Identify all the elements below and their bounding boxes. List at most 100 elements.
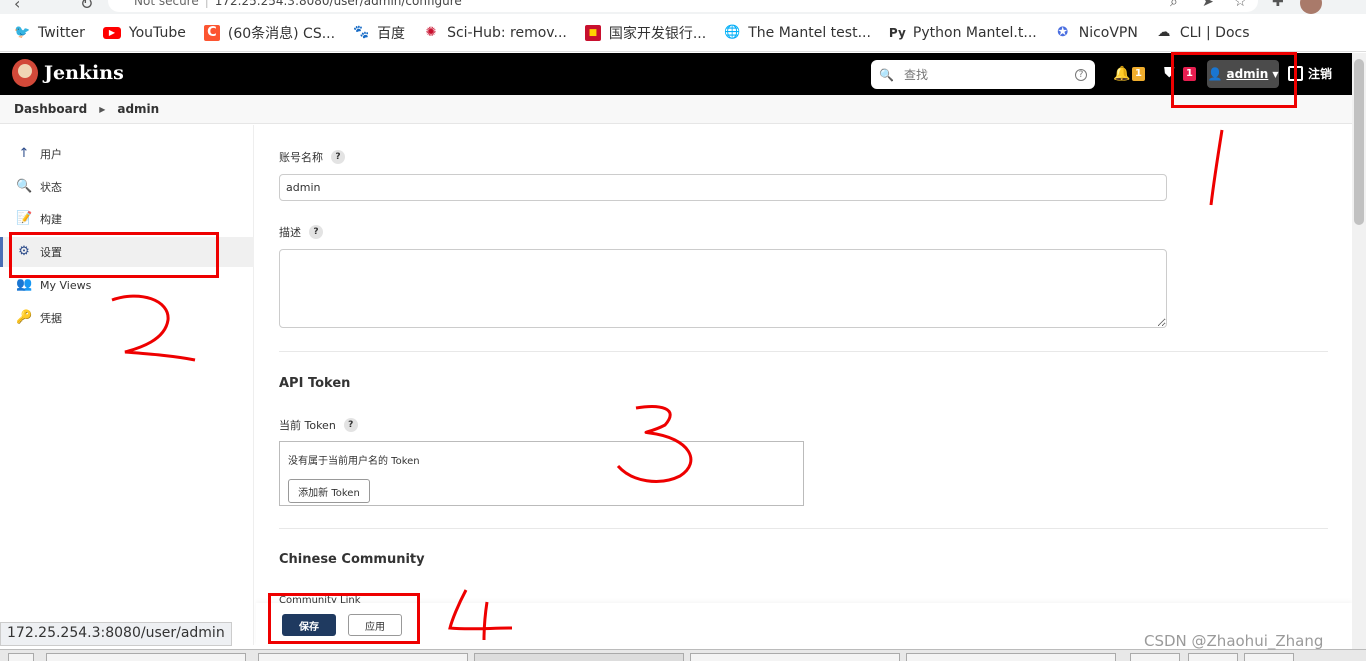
add-token-button[interactable]: 添加新 Token — [288, 479, 370, 503]
python-icon: Py — [888, 25, 906, 40]
arrow-up-icon: ↑ — [18, 146, 30, 161]
taskbar-item[interactable] — [1130, 653, 1180, 661]
search-input[interactable] — [903, 67, 1065, 82]
page-scrollbar[interactable] — [1352, 53, 1366, 649]
chinese-community-section-title: Chinese Community — [279, 552, 425, 567]
taskbar-item[interactable] — [1188, 653, 1238, 661]
sidebar-item-builds[interactable]: 📝 构建 — [0, 204, 254, 234]
user-name: admin — [1226, 67, 1269, 81]
credentials-icon: 🔑 — [16, 310, 33, 325]
gear-icon: ⚙ — [18, 244, 30, 259]
people-icon: 👥 — [16, 277, 33, 292]
sidebar-item-settings[interactable]: ⚙ 设置 — [0, 237, 254, 267]
csdn-icon: C — [203, 24, 220, 41]
taskbar-item[interactable] — [258, 653, 468, 661]
account-name-input[interactable] — [279, 174, 1167, 201]
logout-button[interactable]: 注销 — [1288, 65, 1332, 82]
taskbar-item[interactable] — [1244, 653, 1294, 661]
bookmark-python[interactable]: Py Python Mantel.t... — [889, 25, 1037, 41]
zoom-icon[interactable]: ⌕ — [1170, 0, 1178, 10]
browser-toolbar: ‹ ↻ Not secure | 172.25.254.3:8080/user/ad… — [0, 0, 1366, 14]
breadcrumb-dashboard[interactable]: Dashboard — [14, 102, 87, 116]
jenkins-header: Jenkins 🔍 ? 🔔 1 ⛊ 1 👤 admin ▼ 注销 — [0, 53, 1352, 95]
user-icon: 👤 — [1207, 67, 1223, 81]
apply-button[interactable]: 应用 — [348, 614, 402, 636]
breadcrumb-admin[interactable]: admin — [117, 102, 159, 116]
url-text: 172.25.254.3:8080/user/admin/configure — [214, 0, 462, 8]
bookmark-cli-docs[interactable]: ☁ CLI | Docs — [1156, 24, 1249, 41]
youtube-icon: ▶ — [102, 26, 121, 39]
sidebar-item-credentials[interactable]: 🔑 凭据 — [0, 303, 254, 333]
breadcrumb: Dashboard ▶ admin — [0, 95, 1352, 124]
shield-icon[interactable]: ⛊ — [1164, 65, 1175, 81]
vpn-icon: ✪ — [1057, 24, 1069, 40]
globe-icon: 🌐 — [724, 24, 741, 40]
search-help-icon[interactable]: ? — [1075, 68, 1087, 81]
reload-icon[interactable]: ↻ — [80, 0, 93, 13]
address-bar[interactable]: Not secure | 172.25.254.3:8080/user/admin/… — [108, 0, 1258, 12]
bank-icon: ■ — [584, 24, 601, 41]
scihub-icon: ✺ — [425, 24, 437, 40]
help-icon[interactable]: ? — [331, 150, 345, 164]
twitter-icon: 🐦 — [14, 24, 31, 40]
token-list: 没有属于当前用户名的 Token 添加新 Token — [279, 441, 804, 506]
jenkins-butler-icon — [12, 59, 38, 87]
api-token-section-title: API Token — [279, 376, 351, 391]
taskbar-item[interactable] — [906, 653, 1116, 661]
section-divider — [279, 528, 1328, 529]
sidebar-item-my-views[interactable]: 👥 My Views — [0, 270, 254, 300]
bookmark-csdn[interactable]: C (60条消息) CS... — [203, 23, 335, 43]
help-icon[interactable]: ? — [309, 225, 323, 239]
taskbar-item[interactable] — [474, 653, 684, 661]
chevron-down-icon: ▼ — [1272, 69, 1279, 79]
bell-icon[interactable]: 🔔 — [1113, 66, 1130, 82]
chevron-right-icon: ▶ — [99, 104, 106, 114]
taskbar-item[interactable] — [46, 653, 246, 661]
bookmark-twitter[interactable]: 🐦 Twitter — [14, 25, 85, 41]
search-box[interactable]: 🔍 ? — [871, 60, 1095, 89]
status-url-tooltip: 172.25.254.3:8080/user/admin — [0, 622, 232, 646]
security-badge[interactable]: 1 — [1183, 67, 1196, 81]
star-icon[interactable]: ☆ — [1234, 0, 1247, 10]
notification-badge[interactable]: 1 — [1132, 67, 1145, 81]
baidu-icon: 🐾 — [353, 24, 370, 40]
extensions-icon[interactable]: ✚ — [1272, 0, 1284, 10]
bookmarks-bar: 🐦 Twitter ▶ YouTube C (60条消息) CS... 🐾 百度 ✺ Sc… — [0, 14, 1366, 52]
save-button[interactable]: 保存 — [282, 614, 336, 636]
cloud-icon: ☁ — [1157, 24, 1171, 40]
taskbar-item[interactable] — [8, 653, 34, 661]
section-divider — [279, 351, 1328, 352]
not-secure-label: Not secure — [134, 0, 199, 8]
back-icon[interactable]: ‹ — [14, 0, 20, 13]
description-label: 描述 ? — [279, 224, 323, 240]
bookmark-youtube[interactable]: ▶ YouTube — [102, 25, 186, 41]
taskbar-item[interactable] — [690, 653, 900, 661]
no-token-message: 没有属于当前用户名的 Token — [288, 456, 420, 467]
share-icon[interactable]: ➤ — [1202, 0, 1214, 10]
bookmark-bank[interactable]: ■ 国家开发银行... — [584, 23, 706, 43]
sidebar-item-status[interactable]: 🔍 状态 — [0, 172, 254, 202]
current-token-label: 当前 Token ? — [279, 417, 358, 433]
account-name-label: 账号名称 ? — [279, 149, 345, 165]
bookmark-baidu[interactable]: 🐾 百度 — [353, 23, 405, 43]
brand-name: Jenkins — [44, 62, 124, 84]
description-textarea[interactable] — [279, 249, 1167, 328]
os-taskbar — [0, 649, 1366, 661]
notepad-icon: 📝 — [16, 211, 33, 226]
profile-avatar[interactable] — [1300, 0, 1322, 14]
bookmark-scihub[interactable]: ✺ Sci-Hub: remov... — [423, 25, 567, 41]
search-icon: 🔍 — [879, 67, 894, 82]
user-config-form: 账号名称 ? 描述 ? API Token 当前 Token ? 没有属于当前用… — [279, 125, 1329, 606]
user-menu-button[interactable]: 👤 admin ▼ — [1207, 60, 1279, 88]
bookmark-mantel[interactable]: 🌐 The Mantel test... — [724, 25, 871, 41]
bookmark-nicovpn[interactable]: ✪ NicoVPN — [1055, 25, 1138, 41]
help-icon[interactable]: ? — [343, 418, 358, 432]
magnifier-icon: 🔍 — [16, 179, 33, 194]
scrollbar-thumb[interactable] — [1354, 59, 1364, 225]
sidebar-item-users[interactable]: ↑ 用户 — [0, 139, 254, 169]
logout-label: 注销 — [1308, 67, 1333, 81]
logout-icon — [1288, 66, 1303, 81]
jenkins-logo[interactable]: Jenkins — [12, 59, 124, 87]
csdn-watermark: CSDN @Zhaohui_Zhang — [1144, 632, 1324, 650]
sidebar: ↑ 用户 🔍 状态 📝 构建 ⚙ 设置 👥 My Views 🔑 凭据 — [0, 125, 254, 645]
